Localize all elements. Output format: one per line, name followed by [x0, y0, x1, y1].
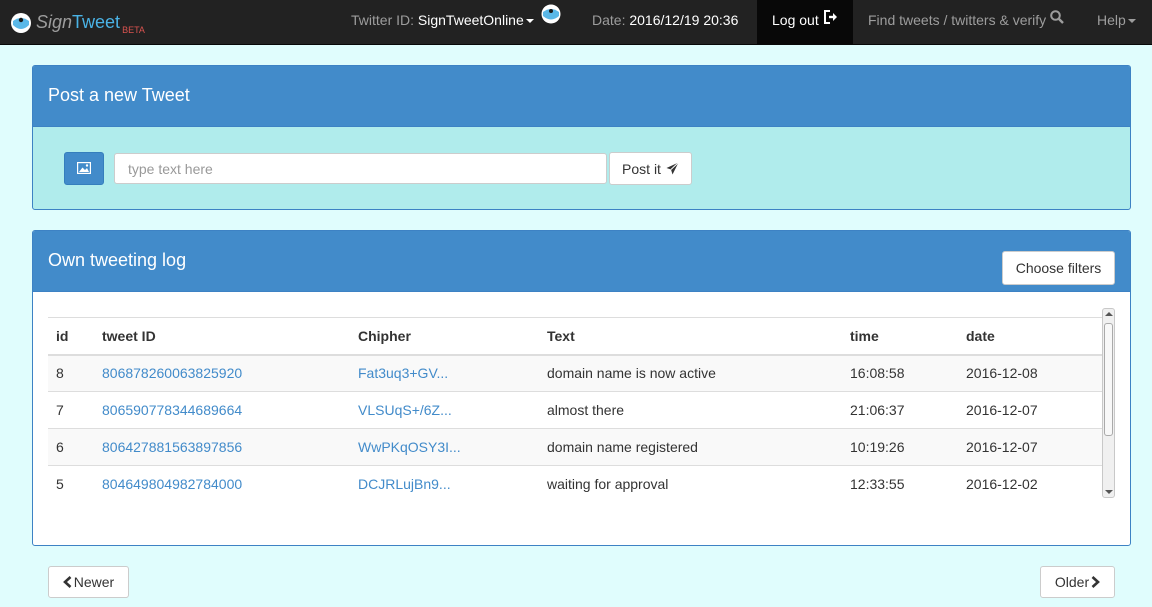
cipher-link[interactable]: Fat3uq3+GV... [358, 365, 448, 381]
log-panel-title: Own tweeting log [48, 250, 187, 270]
scrollbar-thumb[interactable] [1104, 323, 1113, 436]
cell-id: 6 [48, 428, 94, 466]
column-header-text: Text [539, 317, 842, 356]
top-navbar: SignTweet BETA Twitter ID: SignTweetOnli… [0, 0, 1152, 45]
date-label: Date: [592, 12, 630, 28]
tweet-log-table-container[interactable]: id tweet ID Chipher Text time date 8 806… [48, 317, 1102, 501]
tweet-log-table: id tweet ID Chipher Text time date 8 806… [48, 317, 1102, 501]
cell-time: 21:06:37 [842, 391, 958, 429]
tweet-input-placeholder: type text here [128, 160, 213, 177]
find-label: Find tweets / twitters & verify [868, 12, 1047, 28]
help-label: Help [1097, 12, 1126, 28]
column-header-tweet-id: tweet ID [94, 317, 350, 356]
cipher-link[interactable]: VLSUqS+/6Z... [358, 402, 452, 418]
cell-text: domain name is now active [539, 354, 842, 392]
table-row: 5 804649804982784000 DCJRLujBn9... waiti… [48, 465, 1102, 501]
cipher-link[interactable]: WwPKqOSY3I... [358, 439, 461, 455]
cell-date: 2016-12-07 [958, 428, 1102, 466]
chevron-right-icon [1091, 576, 1101, 588]
avatar [541, 0, 561, 39]
table-scrollbar[interactable] [1102, 308, 1115, 498]
tweet-id-link[interactable]: 804649804982784000 [102, 476, 242, 492]
send-icon [666, 162, 679, 175]
twitter-id-value: SignTweetOnline [417, 12, 524, 28]
newer-label: Newer [73, 574, 115, 590]
tweet-text-input[interactable]: type text here [114, 153, 607, 184]
tweet-id-link[interactable]: 806427881563897856 [102, 439, 242, 455]
column-header-cipher: Chipher [350, 317, 539, 356]
table-row: 8 806878260063825920 Fat3uq3+GV... domai… [48, 354, 1102, 392]
scroll-up-icon[interactable] [1105, 312, 1113, 316]
table-header-row: id tweet ID Chipher Text time date [48, 317, 1102, 356]
brand-name: SignTweet [36, 12, 121, 32]
twitter-id-dropdown[interactable]: Twitter ID: SignTweetOnline [351, 0, 561, 45]
tweet-id-link[interactable]: 806590778344689664 [102, 402, 242, 418]
cell-date: 2016-12-02 [958, 465, 1102, 501]
cell-text: almost there [539, 391, 842, 429]
cell-date: 2016-12-07 [958, 391, 1102, 429]
post-tweet-panel: Post a new Tweet type text here Post it [32, 65, 1131, 210]
chevron-down-icon [1127, 19, 1136, 24]
older-label: Older [1054, 574, 1090, 590]
cell-time: 10:19:26 [842, 428, 958, 466]
date-value: 2016/12/19 20:36 [629, 12, 739, 28]
cell-id: 5 [48, 465, 94, 501]
column-header-time: time [842, 317, 958, 356]
newer-button[interactable]: Newer [48, 566, 129, 598]
logout-button[interactable]: Log out [757, 0, 853, 45]
filters-label: Choose filters [1015, 260, 1102, 276]
cell-text: waiting for approval [539, 465, 842, 501]
logout-label: Log out [772, 12, 819, 28]
image-icon [76, 161, 92, 177]
post-it-button[interactable]: Post it [609, 152, 692, 185]
scroll-down-icon[interactable] [1105, 490, 1113, 494]
older-button[interactable]: Older [1040, 566, 1115, 598]
twitter-id-label: Twitter ID: [351, 12, 418, 28]
image-upload-button[interactable] [64, 152, 104, 185]
column-header-id: id [48, 317, 94, 356]
column-header-date: date [958, 317, 1102, 356]
chevron-down-icon [525, 19, 534, 24]
post-label: Post it [622, 160, 661, 177]
search-icon [1050, 0, 1064, 39]
table-row: 6 806427881563897856 WwPKqOSY3I... domai… [48, 428, 1102, 466]
help-dropdown[interactable]: Help [1097, 0, 1136, 45]
post-panel-heading: Post a new Tweet [33, 66, 1130, 127]
tweet-log-panel: Own tweeting log Choose filters id tweet… [32, 230, 1131, 546]
brand-logo[interactable]: SignTweet BETA [10, 0, 145, 45]
choose-filters-button[interactable]: Choose filters [1002, 251, 1115, 285]
post-panel-title: Post a new Tweet [48, 85, 190, 105]
bird-logo-icon [10, 12, 32, 34]
tweet-id-link[interactable]: 806878260063825920 [102, 365, 242, 381]
cell-time: 12:33:55 [842, 465, 958, 501]
find-tweets-link[interactable]: Find tweets / twitters & verify [868, 0, 1064, 45]
log-panel-heading: Own tweeting log Choose filters [33, 231, 1130, 292]
cipher-link[interactable]: DCJRLujBn9... [358, 476, 451, 492]
cell-time: 16:08:58 [842, 354, 958, 392]
beta-badge: BETA [122, 24, 145, 35]
date-display: Date: 2016/12/19 20:36 [592, 0, 738, 45]
cell-text: domain name registered [539, 428, 842, 466]
cell-id: 7 [48, 391, 94, 429]
logout-icon [823, 0, 838, 39]
chevron-left-icon [62, 576, 72, 588]
cell-date: 2016-12-08 [958, 354, 1102, 392]
cell-id: 8 [48, 354, 94, 392]
table-row: 7 806590778344689664 VLSUqS+/6Z... almos… [48, 391, 1102, 429]
